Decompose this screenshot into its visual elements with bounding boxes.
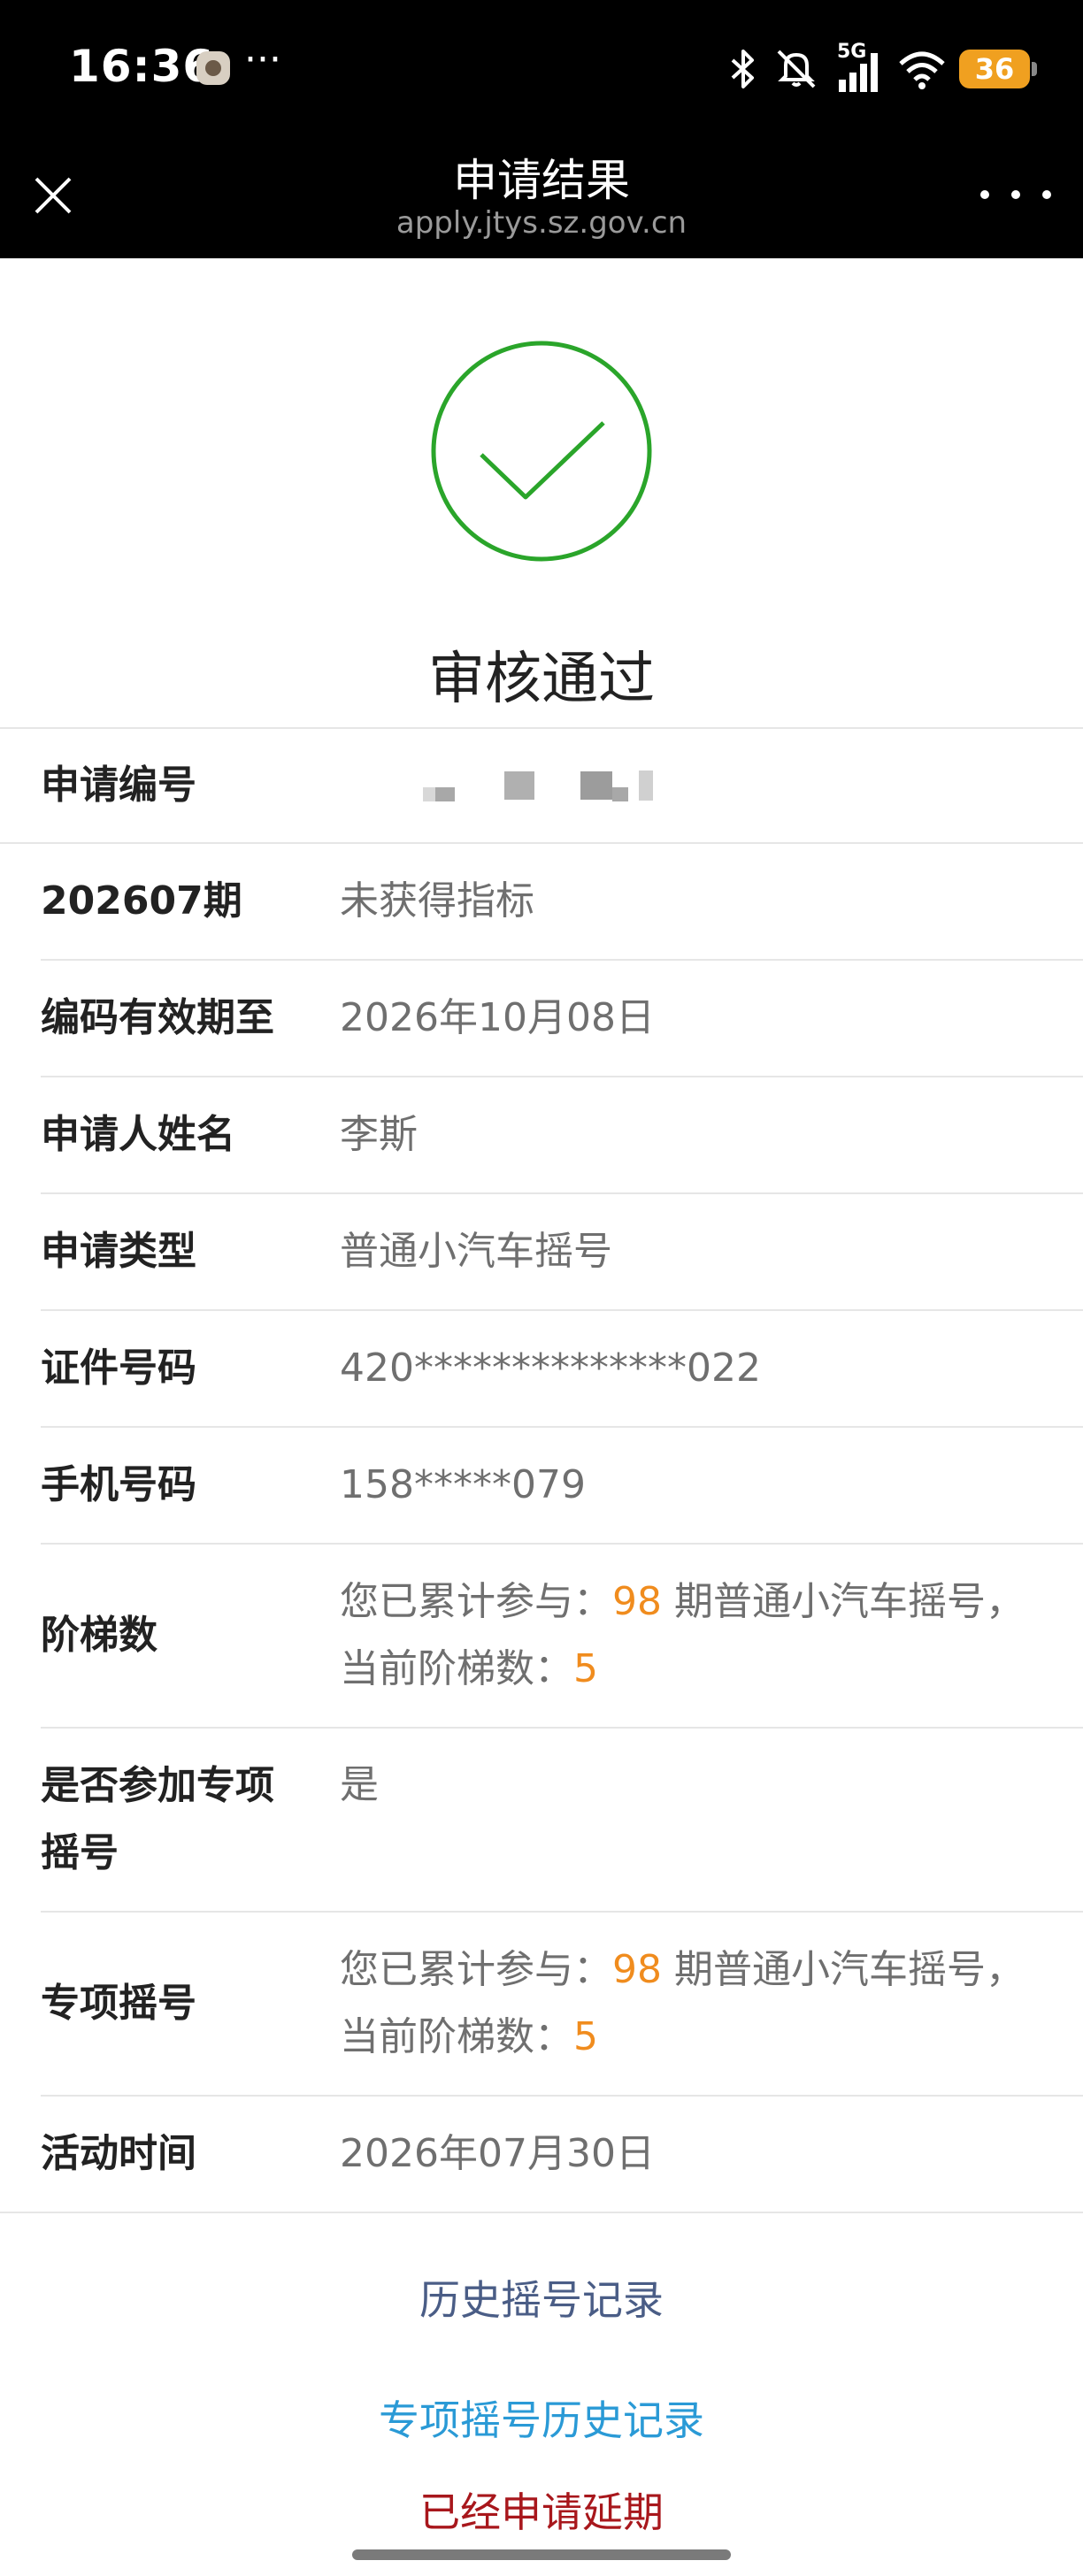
row-value: 您已累计参与：98 期普通小汽车摇号， 当前阶梯数：5 — [340, 1913, 1083, 2095]
special-history-link[interactable]: 专项摇号历史记录 — [0, 2388, 1083, 2447]
network-type: 5G — [837, 41, 867, 63]
row-value: 158*****079 — [340, 1462, 586, 1507]
row-value: 李斯 — [340, 1112, 418, 1157]
info-list: 申请编号 202607期 未获得指标 编码有效期至 2026年10月08日 申请… — [0, 727, 1083, 2213]
status-more: ··· — [244, 37, 281, 82]
status-icons: 5G 36 — [726, 41, 1037, 97]
participation-count: 98 — [612, 1947, 662, 1992]
row-value: 普通小汽车摇号 — [340, 1229, 612, 1274]
row-special-participation: 是否参加专项 摇号 是 — [41, 1729, 1083, 1913]
more-button[interactable] — [980, 179, 1051, 211]
application-number-redacted — [340, 729, 1083, 842]
home-indicator[interactable] — [352, 2549, 731, 2560]
row-label: 阶梯数 — [41, 1613, 157, 1658]
row-value: 您已累计参与：98 期普通小汽车摇号， 当前阶梯数：5 — [340, 1545, 1083, 1727]
participation-count: 98 — [612, 1579, 662, 1624]
status-time: 16:36 — [69, 41, 215, 92]
tier-line-1: 您已累计参与：98 期普通小汽车摇号， — [340, 1579, 1025, 1624]
bluetooth-icon — [731, 50, 754, 88]
delay-applied-link[interactable]: 已经申请延期 — [0, 2480, 1083, 2539]
page-title: 申请结果 — [453, 155, 630, 206]
row-label: 申请人姓名 — [41, 1112, 235, 1157]
row-value: 未获得指标 — [340, 878, 534, 924]
nav-bar: 申请结果 apply.jtys.sz.gov.cn — [0, 133, 1083, 258]
row-label: 手机号码 — [41, 1462, 196, 1507]
row-id-number: 证件号码 420**************022 — [41, 1311, 1083, 1428]
history-lottery-link[interactable]: 历史摇号记录 — [0, 2268, 1083, 2327]
row-label: 202607期 — [41, 878, 242, 924]
battery-icon: 36 — [959, 50, 1037, 88]
row-activity-time: 活动时间 2026年07月30日 — [0, 2097, 1083, 2213]
row-value: 2026年10月08日 — [340, 995, 655, 1040]
row-value: 是 — [340, 1762, 379, 1807]
row-special-lottery: 专项摇号 您已累计参与：98 期普通小汽车摇号， 当前阶梯数：5 — [41, 1913, 1083, 2097]
row-label: 证件号码 — [41, 1346, 196, 1391]
mute-icon — [777, 50, 816, 88]
page-url: apply.jtys.sz.gov.cn — [396, 205, 687, 241]
signal-icon: 5G — [832, 41, 885, 94]
row-value: 2026年07月30日 — [340, 2131, 655, 2176]
row-valid-until: 编码有效期至 2026年10月08日 — [41, 961, 1083, 1077]
row-label: 编码有效期至 — [41, 995, 274, 1040]
row-phone-number: 手机号码 158*****079 — [41, 1428, 1083, 1545]
special-line-1: 您已累计参与：98 期普通小汽车摇号， — [340, 1947, 1025, 1992]
tier-level: 5 — [573, 1646, 598, 1691]
row-label: 专项摇号 — [41, 1981, 196, 2026]
row-value: 420**************022 — [340, 1346, 761, 1391]
more-icon — [980, 190, 989, 199]
tier-line-2: 当前阶梯数：5 — [340, 1646, 598, 1691]
row-applicant-name: 申请人姓名 李斯 — [41, 1077, 1083, 1194]
special-line-2: 当前阶梯数：5 — [340, 2014, 598, 2059]
row-label: 申请类型 — [41, 1229, 196, 1274]
check-circle-icon — [431, 341, 652, 562]
status-bar: 16:36 ··· 5G 36 — [0, 0, 1083, 133]
row-application-type: 申请类型 普通小汽车摇号 — [41, 1194, 1083, 1311]
row-label: 申请编号 — [41, 763, 196, 808]
row-application-number: 申请编号 — [0, 729, 1083, 844]
row-tier: 阶梯数 您已累计参与：98 期普通小汽车摇号， 当前阶梯数：5 — [41, 1545, 1083, 1729]
app-icon — [196, 51, 230, 85]
row-label: 活动时间 — [41, 2131, 196, 2176]
wifi-icon — [899, 51, 945, 89]
row-period: 202607期 未获得指标 — [41, 844, 1083, 961]
row-label: 是否参加专项 摇号 — [41, 1763, 274, 1875]
redacted-value — [340, 729, 1083, 842]
result-status: 审核通过 — [428, 647, 655, 712]
tier-level: 5 — [573, 2014, 598, 2059]
